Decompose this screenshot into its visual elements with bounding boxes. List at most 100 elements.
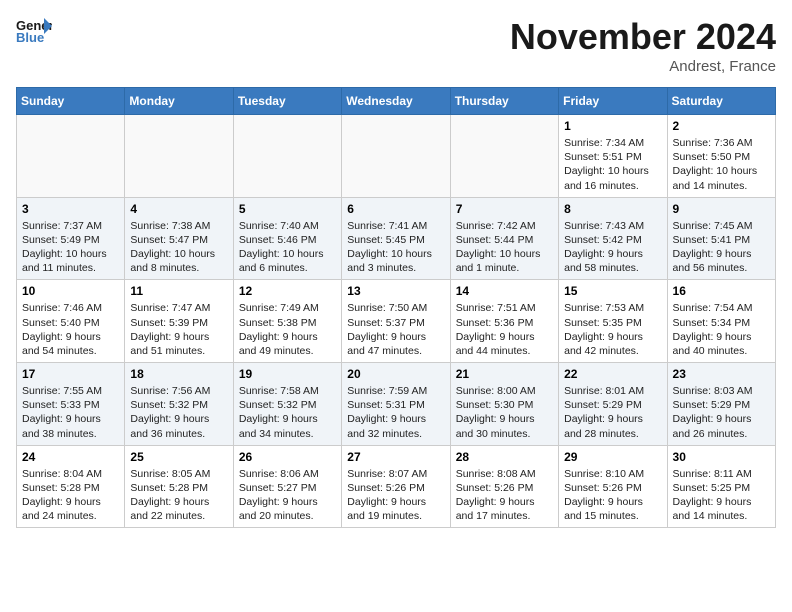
day-info: Sunrise: 7:43 AM Sunset: 5:42 PM Dayligh… [564, 219, 661, 276]
day-number: 11 [130, 284, 227, 298]
day-info: Sunrise: 7:58 AM Sunset: 5:32 PM Dayligh… [239, 384, 336, 441]
logo: General Blue [16, 16, 52, 44]
day-header-monday: Monday [125, 88, 233, 115]
day-number: 9 [673, 202, 770, 216]
day-info: Sunrise: 8:04 AM Sunset: 5:28 PM Dayligh… [22, 467, 119, 524]
day-number: 28 [456, 450, 553, 464]
calendar-cell: 23 Sunrise: 8:03 AM Sunset: 5:29 PM Dayli… [667, 363, 775, 446]
day-info: Sunrise: 7:49 AM Sunset: 5:38 PM Dayligh… [239, 301, 336, 358]
day-info: Sunrise: 8:06 AM Sunset: 5:27 PM Dayligh… [239, 467, 336, 524]
day-number: 6 [347, 202, 444, 216]
calendar-cell: 9 Sunrise: 7:45 AM Sunset: 5:41 PM Daylig… [667, 197, 775, 280]
calendar-cell: 26 Sunrise: 8:06 AM Sunset: 5:27 PM Dayli… [233, 445, 341, 528]
day-info: Sunrise: 8:10 AM Sunset: 5:26 PM Dayligh… [564, 467, 661, 524]
title-block: November 2024 Andrest, France [510, 16, 776, 75]
calendar-cell: 10 Sunrise: 7:46 AM Sunset: 5:40 PM Dayli… [17, 280, 125, 363]
day-info: Sunrise: 7:41 AM Sunset: 5:45 PM Dayligh… [347, 219, 444, 276]
calendar-cell: 4 Sunrise: 7:38 AM Sunset: 5:47 PM Daylig… [125, 197, 233, 280]
day-info: Sunrise: 7:51 AM Sunset: 5:36 PM Dayligh… [456, 301, 553, 358]
calendar-cell: 3 Sunrise: 7:37 AM Sunset: 5:49 PM Daylig… [17, 197, 125, 280]
day-info: Sunrise: 7:38 AM Sunset: 5:47 PM Dayligh… [130, 219, 227, 276]
day-info: Sunrise: 8:07 AM Sunset: 5:26 PM Dayligh… [347, 467, 444, 524]
calendar-cell: 19 Sunrise: 7:58 AM Sunset: 5:32 PM Dayli… [233, 363, 341, 446]
calendar-header-row: SundayMondayTuesdayWednesdayThursdayFrid… [17, 88, 776, 115]
calendar-cell: 7 Sunrise: 7:42 AM Sunset: 5:44 PM Daylig… [450, 197, 558, 280]
day-number: 24 [22, 450, 119, 464]
calendar-cell [125, 115, 233, 198]
calendar-cell [342, 115, 450, 198]
day-number: 13 [347, 284, 444, 298]
day-number: 4 [130, 202, 227, 216]
calendar-cell: 6 Sunrise: 7:41 AM Sunset: 5:45 PM Daylig… [342, 197, 450, 280]
calendar-week-row: 10 Sunrise: 7:46 AM Sunset: 5:40 PM Dayli… [17, 280, 776, 363]
svg-text:Blue: Blue [16, 30, 44, 44]
location: Andrest, France [510, 58, 776, 75]
calendar-cell: 1Sunrise: 7:34 AM Sunset: 5:51 PM Daylig… [559, 115, 667, 198]
day-number: 12 [239, 284, 336, 298]
day-number: 25 [130, 450, 227, 464]
day-info: Sunrise: 7:42 AM Sunset: 5:44 PM Dayligh… [456, 219, 553, 276]
day-number: 26 [239, 450, 336, 464]
month-title: November 2024 [510, 16, 776, 58]
day-info: Sunrise: 7:54 AM Sunset: 5:34 PM Dayligh… [673, 301, 770, 358]
day-header-friday: Friday [559, 88, 667, 115]
day-number: 3 [22, 202, 119, 216]
day-header-sunday: Sunday [17, 88, 125, 115]
day-number: 19 [239, 367, 336, 381]
day-info: Sunrise: 8:01 AM Sunset: 5:29 PM Dayligh… [564, 384, 661, 441]
logo-icon: General Blue [16, 16, 52, 44]
day-number: 20 [347, 367, 444, 381]
calendar-cell: 17Sunrise: 7:55 AM Sunset: 5:33 PM Dayli… [17, 363, 125, 446]
calendar-cell: 30 Sunrise: 8:11 AM Sunset: 5:25 PM Dayli… [667, 445, 775, 528]
calendar-week-row: 3 Sunrise: 7:37 AM Sunset: 5:49 PM Daylig… [17, 197, 776, 280]
day-number: 27 [347, 450, 444, 464]
calendar-cell: 14Sunrise: 7:51 AM Sunset: 5:36 PM Dayli… [450, 280, 558, 363]
day-info: Sunrise: 7:53 AM Sunset: 5:35 PM Dayligh… [564, 301, 661, 358]
day-info: Sunrise: 7:46 AM Sunset: 5:40 PM Dayligh… [22, 301, 119, 358]
calendar-cell: 22 Sunrise: 8:01 AM Sunset: 5:29 PM Dayli… [559, 363, 667, 446]
page-header: General Blue November 2024 Andrest, Fran… [16, 16, 776, 75]
calendar-cell: 11Sunrise: 7:47 AM Sunset: 5:39 PM Dayli… [125, 280, 233, 363]
day-number: 7 [456, 202, 553, 216]
day-info: Sunrise: 7:50 AM Sunset: 5:37 PM Dayligh… [347, 301, 444, 358]
calendar-cell: 13 Sunrise: 7:50 AM Sunset: 5:37 PM Dayli… [342, 280, 450, 363]
day-number: 18 [130, 367, 227, 381]
calendar-cell [233, 115, 341, 198]
calendar-cell: 5 Sunrise: 7:40 AM Sunset: 5:46 PM Daylig… [233, 197, 341, 280]
day-number: 23 [673, 367, 770, 381]
calendar-cell: 12 Sunrise: 7:49 AM Sunset: 5:38 PM Dayli… [233, 280, 341, 363]
day-info: Sunrise: 8:11 AM Sunset: 5:25 PM Dayligh… [673, 467, 770, 524]
day-number: 1 [564, 119, 661, 133]
calendar-week-row: 24 Sunrise: 8:04 AM Sunset: 5:28 PM Dayli… [17, 445, 776, 528]
calendar-cell: 24 Sunrise: 8:04 AM Sunset: 5:28 PM Dayli… [17, 445, 125, 528]
day-info: Sunrise: 7:59 AM Sunset: 5:31 PM Dayligh… [347, 384, 444, 441]
day-number: 30 [673, 450, 770, 464]
calendar-cell [17, 115, 125, 198]
day-number: 5 [239, 202, 336, 216]
day-number: 21 [456, 367, 553, 381]
day-info: Sunrise: 7:56 AM Sunset: 5:32 PM Dayligh… [130, 384, 227, 441]
calendar-cell: 16 Sunrise: 7:54 AM Sunset: 5:34 PM Dayli… [667, 280, 775, 363]
day-info: Sunrise: 8:03 AM Sunset: 5:29 PM Dayligh… [673, 384, 770, 441]
calendar-cell: 2Sunrise: 7:36 AM Sunset: 5:50 PM Daylig… [667, 115, 775, 198]
day-info: Sunrise: 8:00 AM Sunset: 5:30 PM Dayligh… [456, 384, 553, 441]
calendar-cell: 20 Sunrise: 7:59 AM Sunset: 5:31 PM Dayli… [342, 363, 450, 446]
day-number: 29 [564, 450, 661, 464]
day-info: Sunrise: 7:37 AM Sunset: 5:49 PM Dayligh… [22, 219, 119, 276]
day-number: 10 [22, 284, 119, 298]
day-info: Sunrise: 8:08 AM Sunset: 5:26 PM Dayligh… [456, 467, 553, 524]
day-header-saturday: Saturday [667, 88, 775, 115]
calendar-table: SundayMondayTuesdayWednesdayThursdayFrid… [16, 87, 776, 528]
calendar-cell: 27 Sunrise: 8:07 AM Sunset: 5:26 PM Dayli… [342, 445, 450, 528]
day-number: 22 [564, 367, 661, 381]
day-info: Sunrise: 7:55 AM Sunset: 5:33 PM Dayligh… [22, 384, 119, 441]
calendar-cell: 29 Sunrise: 8:10 AM Sunset: 5:26 PM Dayli… [559, 445, 667, 528]
day-number: 16 [673, 284, 770, 298]
day-info: Sunrise: 7:45 AM Sunset: 5:41 PM Dayligh… [673, 219, 770, 276]
calendar-cell: 25 Sunrise: 8:05 AM Sunset: 5:28 PM Dayli… [125, 445, 233, 528]
day-number: 15 [564, 284, 661, 298]
day-number: 2 [673, 119, 770, 133]
calendar-cell: 8Sunrise: 7:43 AM Sunset: 5:42 PM Daylig… [559, 197, 667, 280]
day-info: Sunrise: 7:40 AM Sunset: 5:46 PM Dayligh… [239, 219, 336, 276]
day-info: Sunrise: 8:05 AM Sunset: 5:28 PM Dayligh… [130, 467, 227, 524]
